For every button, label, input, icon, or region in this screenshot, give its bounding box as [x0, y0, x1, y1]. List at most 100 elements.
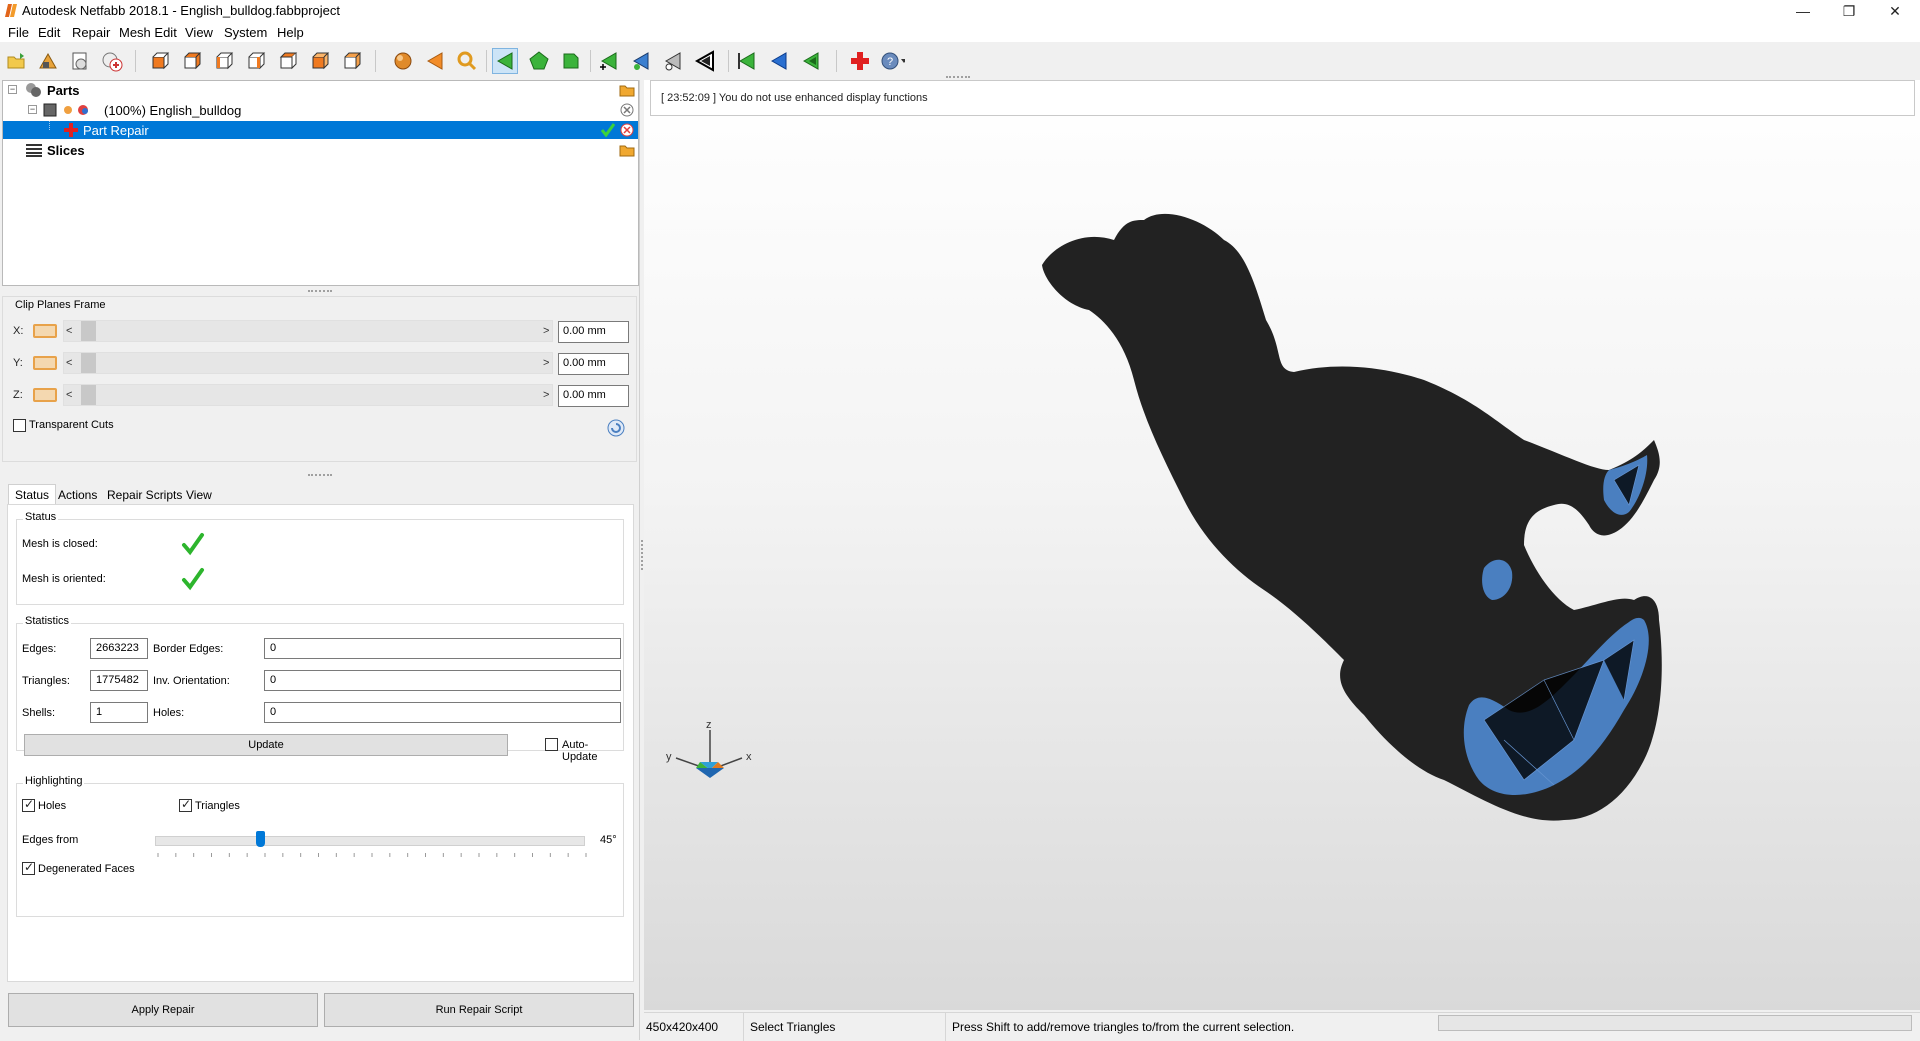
clip-y-slider[interactable] [63, 352, 553, 374]
select-outline-button[interactable] [692, 48, 718, 74]
edges-field[interactable]: 2663223 [90, 638, 148, 659]
shells-field[interactable]: 1 [90, 702, 148, 723]
clip-z-thumb[interactable] [81, 385, 96, 405]
reset-icon[interactable] [607, 419, 625, 437]
menu-repair[interactable]: Repair [72, 25, 110, 40]
open-button[interactable] [3, 48, 29, 74]
clip-y-toggle[interactable] [33, 356, 57, 370]
print-button[interactable] [67, 48, 93, 74]
close-window-button[interactable]: ✕ [1872, 0, 1918, 22]
clip-z-input[interactable]: 0.00 mm [558, 385, 629, 407]
clip-z-right-arrow[interactable]: > [543, 389, 549, 401]
highlighting-group-title: Highlighting [23, 775, 85, 787]
tab-status[interactable]: Status [8, 484, 57, 504]
tab-actions[interactable]: Actions [51, 484, 104, 504]
apply-repair-button[interactable]: Apply Repair [8, 993, 318, 1027]
clip-z-slider[interactable] [63, 384, 553, 406]
view-bottom-button[interactable] [307, 48, 333, 74]
clip-x-left-arrow[interactable]: < [66, 325, 72, 337]
shrink-selection-button[interactable] [798, 48, 824, 74]
edges-angle-slider-thumb[interactable] [256, 831, 265, 847]
clip-x-slider[interactable] [63, 320, 553, 342]
clip-z-toggle[interactable] [33, 388, 57, 402]
splitter-handle[interactable] [308, 290, 332, 293]
remove-part-icon[interactable] [620, 103, 634, 117]
menu-mesh-edit[interactable]: Mesh Edit [119, 25, 177, 40]
clip-x-thumb[interactable] [81, 321, 96, 341]
select-shell-button[interactable] [558, 48, 584, 74]
statistics-group: Statistics Edges: 2663223 Border Edges: … [16, 615, 624, 763]
help-button[interactable]: ? [879, 48, 905, 74]
menu-view[interactable]: View [185, 25, 213, 40]
cancel-repair-icon[interactable] [620, 123, 634, 137]
folder-icon[interactable] [619, 143, 635, 157]
menu-system[interactable]: System [224, 25, 267, 40]
add-part-button[interactable] [35, 48, 61, 74]
inv-orientation-field[interactable]: 0 [264, 670, 621, 691]
clip-y-right-arrow[interactable]: > [543, 357, 549, 369]
view-iso-button[interactable] [339, 48, 365, 74]
repair-button[interactable] [847, 48, 873, 74]
menu-help[interactable]: Help [277, 25, 304, 40]
edges-angle-slider-track[interactable] [155, 836, 585, 846]
status-group-title: Status [23, 511, 59, 523]
tree-row-part[interactable]: − (100%) English_bulldog [3, 101, 638, 119]
3d-viewport[interactable]: z y x [644, 80, 1920, 1010]
add-button[interactable] [99, 48, 125, 74]
menu-edit[interactable]: Edit [38, 25, 60, 40]
splitter-handle[interactable] [308, 474, 332, 477]
splitter-handle[interactable] [946, 76, 970, 79]
window-title: Autodesk Netfabb 2018.1 - English_bulldo… [22, 3, 340, 18]
clip-x-right-arrow[interactable]: > [543, 325, 549, 337]
view-back-button[interactable] [179, 48, 205, 74]
view-left-button[interactable] [211, 48, 237, 74]
minimize-button[interactable]: — [1780, 0, 1826, 22]
tab-repair-scripts[interactable]: Repair Scripts [100, 484, 189, 504]
restore-button[interactable]: ❐ [1826, 0, 1872, 22]
clip-x-input[interactable]: 0.00 mm [558, 321, 629, 343]
clip-z-label: Z: [13, 389, 23, 401]
zoom-button[interactable] [454, 48, 480, 74]
deselect-button[interactable] [734, 48, 760, 74]
apply-check-icon[interactable] [601, 123, 615, 137]
bulldog-mesh-model[interactable] [644, 80, 1920, 1010]
select-grey-button[interactable] [660, 48, 686, 74]
tree-row-parts[interactable]: − Parts [3, 81, 638, 99]
holes-field[interactable]: 0 [264, 702, 621, 723]
collapse-icon[interactable]: − [28, 105, 37, 114]
collapse-icon[interactable]: − [8, 85, 17, 94]
select-mixed-button[interactable] [628, 48, 654, 74]
tab-view[interactable]: View [179, 484, 219, 504]
border-edges-field[interactable]: 0 [264, 638, 621, 659]
run-repair-script-button[interactable]: Run Repair Script [324, 993, 634, 1027]
clip-y-thumb[interactable] [81, 353, 96, 373]
sphere-button[interactable] [390, 48, 416, 74]
update-button[interactable]: Update [24, 734, 508, 756]
clip-y-input[interactable]: 0.00 mm [558, 353, 629, 375]
help-dropdown-icon: ? [881, 52, 905, 70]
holes-checkbox[interactable] [22, 797, 35, 812]
restore-icon: ❐ [1842, 2, 1856, 19]
auto-update-checkbox[interactable] [545, 738, 558, 751]
clip-z-left-arrow[interactable]: < [66, 389, 72, 401]
splitter-handle[interactable] [641, 540, 643, 570]
menu-file[interactable]: File [8, 25, 29, 40]
degenerated-faces-checkbox[interactable] [22, 860, 35, 875]
select-triangles-button[interactable] [492, 48, 518, 74]
clip-title: Clip Planes Frame [15, 299, 106, 311]
view-front-button[interactable] [147, 48, 173, 74]
triangle-select-button[interactable] [422, 48, 448, 74]
folder-icon[interactable] [619, 83, 635, 97]
triangles-checkbox[interactable] [179, 797, 192, 812]
select-surface-button[interactable] [526, 48, 552, 74]
select-all-button[interactable] [596, 48, 622, 74]
view-top-button[interactable] [275, 48, 301, 74]
triangles-field[interactable]: 1775482 [90, 670, 148, 691]
invert-selection-button[interactable] [766, 48, 792, 74]
tree-row-slices[interactable]: Slices [3, 141, 638, 159]
transparent-cuts-checkbox[interactable] [13, 419, 26, 432]
tree-row-part-repair[interactable]: Part Repair [3, 121, 638, 139]
clip-y-left-arrow[interactable]: < [66, 357, 72, 369]
view-right-button[interactable] [243, 48, 269, 74]
clip-x-toggle[interactable] [33, 324, 57, 338]
